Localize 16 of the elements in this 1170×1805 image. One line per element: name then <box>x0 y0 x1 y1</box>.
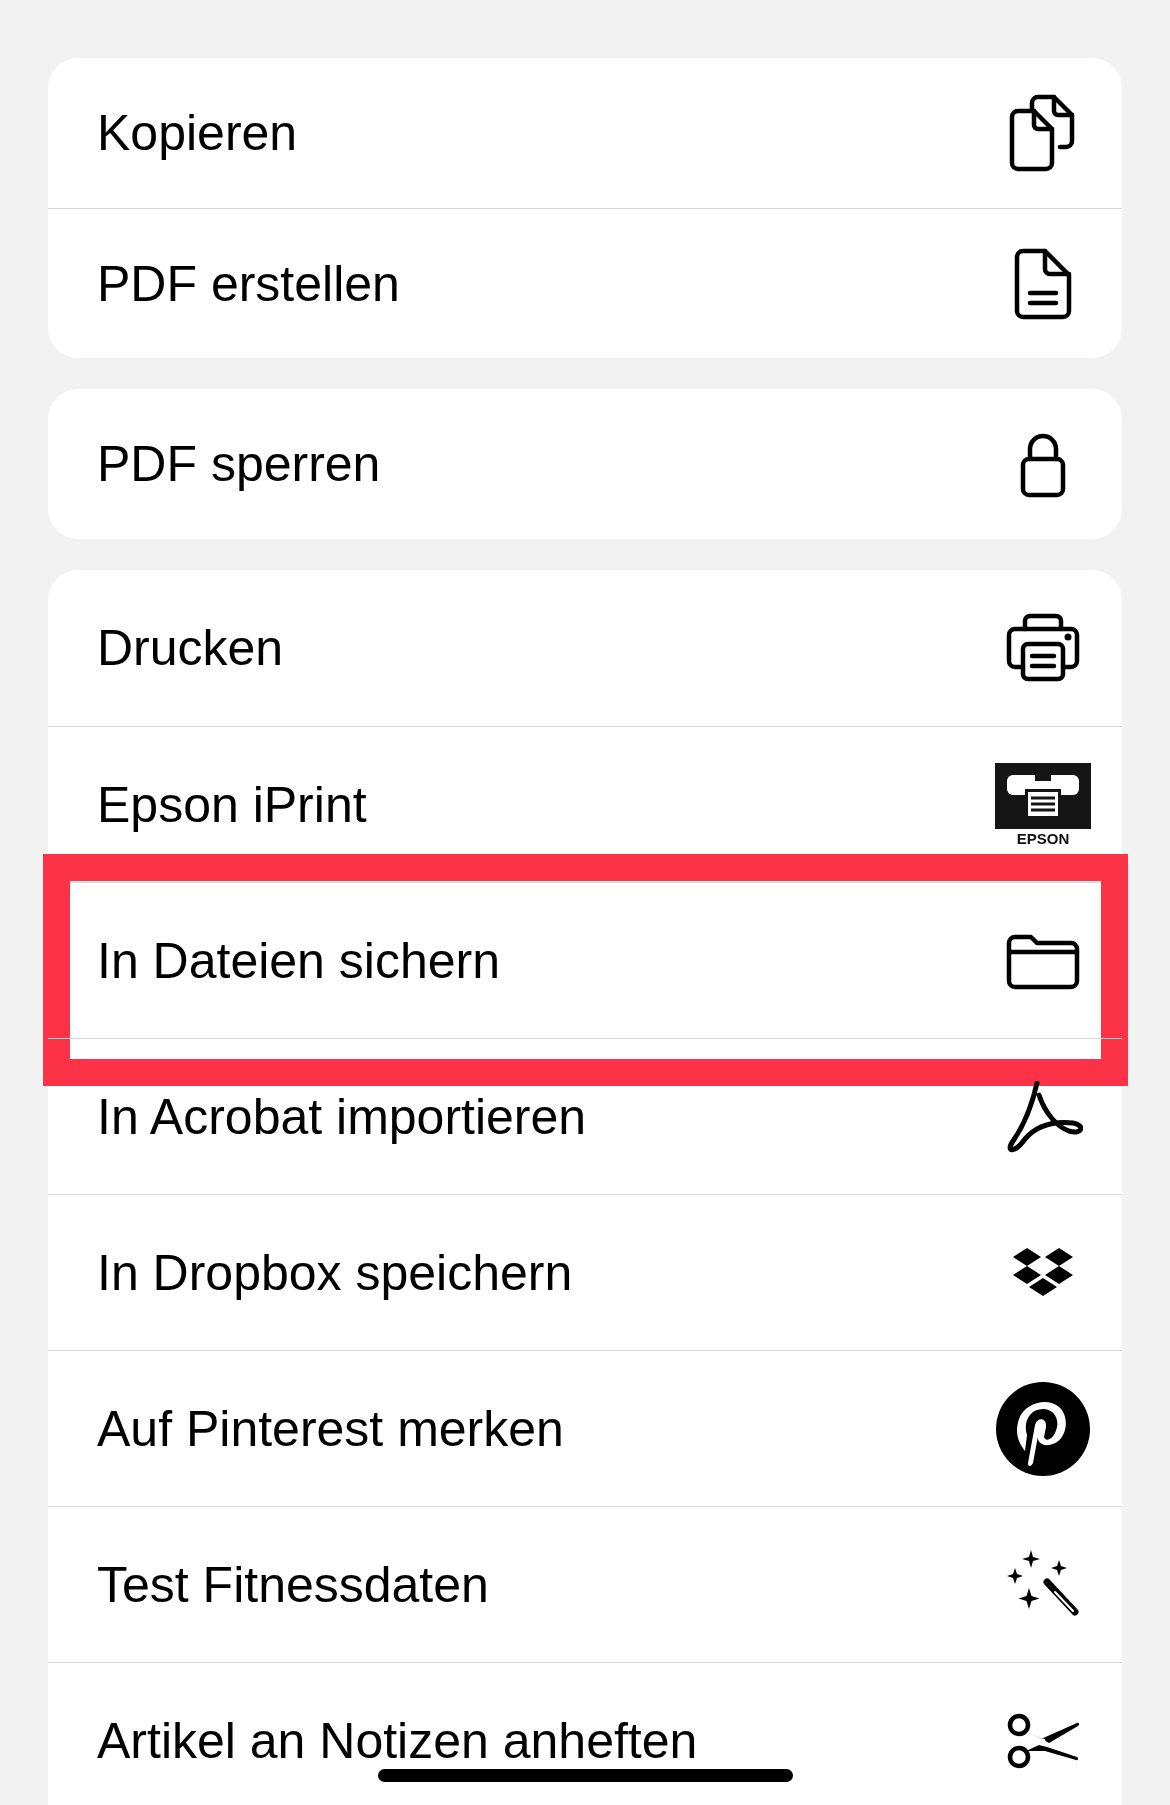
document-icon <box>1013 247 1073 320</box>
printer-icon <box>1005 613 1081 683</box>
action-label[interactable]: Artikel an Notizen anheften <box>97 1711 698 1770</box>
action-label[interactable]: Kopieren <box>97 104 298 162</box>
action-label[interactable]: Test Fitnessdaten <box>97 1555 489 1614</box>
icon-caption: EPSON <box>1016 831 1070 846</box>
action-label[interactable]: Epson iPrint <box>97 775 367 834</box>
action-label[interactable]: PDF erstellen <box>97 254 400 313</box>
printer-logo-icon <box>995 763 1091 829</box>
action-label[interactable]: In Dateien sichern <box>97 931 500 990</box>
action-label[interactable]: Drucken <box>97 619 284 677</box>
action-label[interactable]: PDF sperren <box>97 435 381 493</box>
pinterest-icon <box>995 1380 1091 1477</box>
action-label[interactable]: In Dropbox speichern <box>97 1243 573 1302</box>
action-label[interactable]: In Acrobat importieren <box>97 1087 587 1146</box>
action-label[interactable]: Auf Pinterest merken <box>97 1399 564 1458</box>
